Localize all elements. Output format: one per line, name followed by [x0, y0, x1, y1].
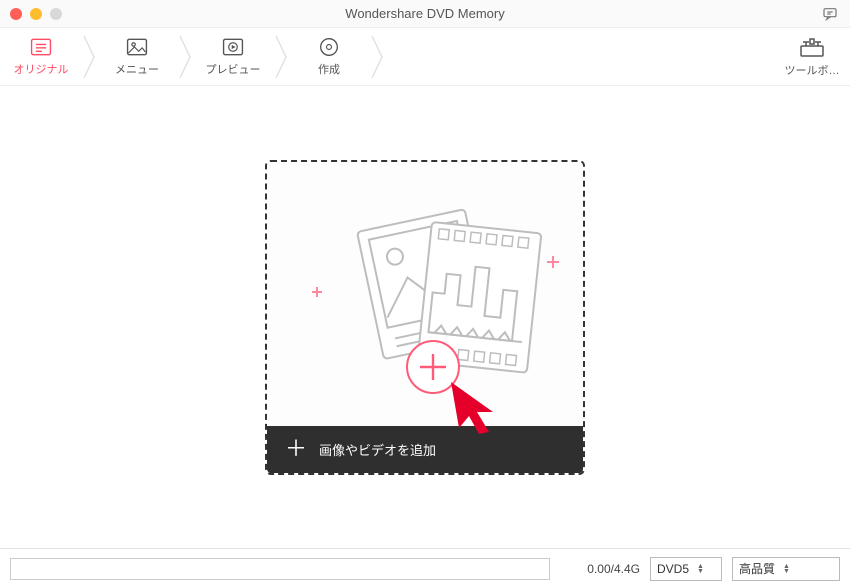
add-media-button[interactable]: ＋ 画像やビデオを追加	[267, 426, 583, 473]
step-menu[interactable]: メニュー	[96, 28, 178, 86]
maximize-window-button[interactable]	[50, 8, 62, 20]
plus-icon: ＋	[285, 438, 307, 460]
image-icon	[125, 37, 149, 57]
play-screen-icon	[221, 37, 245, 57]
disc-icon	[317, 37, 341, 57]
step-navbar: オリジナル メニュー プレビュー 作成	[0, 28, 850, 86]
disc-type-value: DVD5	[657, 562, 689, 576]
media-dropzone[interactable]: ＋ 画像やビデオを追加	[265, 160, 585, 475]
close-window-button[interactable]	[10, 8, 22, 20]
toolbox-icon	[799, 36, 825, 58]
disc-type-select[interactable]: DVD5 ▲▼	[650, 557, 722, 581]
feedback-icon[interactable]	[822, 6, 838, 22]
window-controls	[10, 8, 62, 20]
dropzone-illustration	[267, 162, 583, 426]
step-label: プレビュー	[206, 61, 261, 77]
disc-usage-text: 0.00/4.4G	[560, 562, 640, 576]
footer-bar: 0.00/4.4G DVD5 ▲▼ 高品質 ▲▼	[0, 548, 850, 588]
stepper-arrows-icon: ▲▼	[697, 564, 704, 574]
main-content: ＋ 画像やビデオを追加	[0, 86, 850, 548]
stepper-arrows-icon: ▲▼	[783, 564, 790, 574]
minimize-window-button[interactable]	[30, 8, 42, 20]
toolbox-label: ツールボ…	[785, 62, 840, 78]
step-original[interactable]: オリジナル	[0, 28, 82, 86]
titlebar: Wondershare DVD Memory	[0, 0, 850, 28]
document-icon	[29, 37, 53, 57]
step-label: オリジナル	[14, 61, 69, 77]
step-label: メニュー	[115, 61, 159, 77]
toolbox-button[interactable]: ツールボ…	[784, 28, 840, 86]
add-media-label: 画像やビデオを追加	[319, 440, 436, 459]
step-separator	[178, 28, 192, 86]
step-label: 作成	[318, 61, 340, 77]
step-preview[interactable]: プレビュー	[192, 28, 274, 86]
step-separator	[370, 28, 384, 86]
app-title: Wondershare DVD Memory	[0, 6, 850, 21]
quality-select[interactable]: 高品質 ▲▼	[732, 557, 840, 581]
disc-usage-bar	[10, 558, 550, 580]
step-separator	[274, 28, 288, 86]
step-separator	[82, 28, 96, 86]
quality-value: 高品質	[739, 560, 775, 577]
step-create[interactable]: 作成	[288, 28, 370, 86]
